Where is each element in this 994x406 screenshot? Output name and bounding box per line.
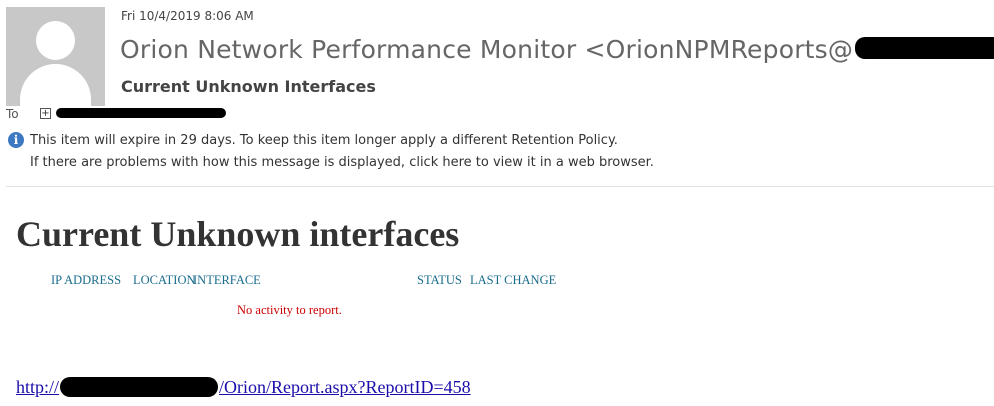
link-prefix: http:// (16, 377, 60, 397)
to-label: To (6, 107, 19, 121)
empty-report-message: No activity to report. (237, 303, 342, 317)
column-header-ip-address: IP ADDRESS (51, 273, 122, 287)
column-header-interface: INTERFACE (193, 273, 261, 287)
message-date: Fri 10/4/2019 8:06 AM (121, 9, 254, 23)
message-subject: Current Unknown Interfaces (121, 77, 376, 96)
sender-avatar[interactable] (6, 7, 105, 106)
retention-notice: This item will expire in 29 days. To kee… (30, 133, 618, 148)
header-divider (6, 186, 994, 187)
column-header-status: STATUS (417, 273, 462, 287)
report-link[interactable]: http:// /Orion/Report.aspx?ReportID=458 (16, 376, 471, 399)
sender-prefix: Orion Network Performance Monitor <Orion… (120, 35, 854, 64)
avatar-head-shape (36, 21, 75, 60)
view-in-browser-link[interactable]: If there are problems with how this mess… (30, 152, 654, 173)
redacted-recipient[interactable] (56, 108, 226, 118)
column-header-location: LOCATION (133, 273, 196, 287)
report-title: Current Unknown interfaces (16, 214, 460, 254)
sender-name[interactable]: Orion Network Performance Monitor <Orion… (120, 35, 994, 64)
info-icon: i (8, 132, 24, 148)
redacted-domain (855, 37, 994, 59)
avatar-body-shape (20, 64, 91, 106)
link-suffix: /Orion/Report.aspx?ReportID=458 (219, 377, 471, 397)
redacted-host (60, 376, 219, 397)
column-header-last-change: LAST CHANGE (470, 273, 557, 287)
plus-icon[interactable]: + (40, 108, 51, 119)
